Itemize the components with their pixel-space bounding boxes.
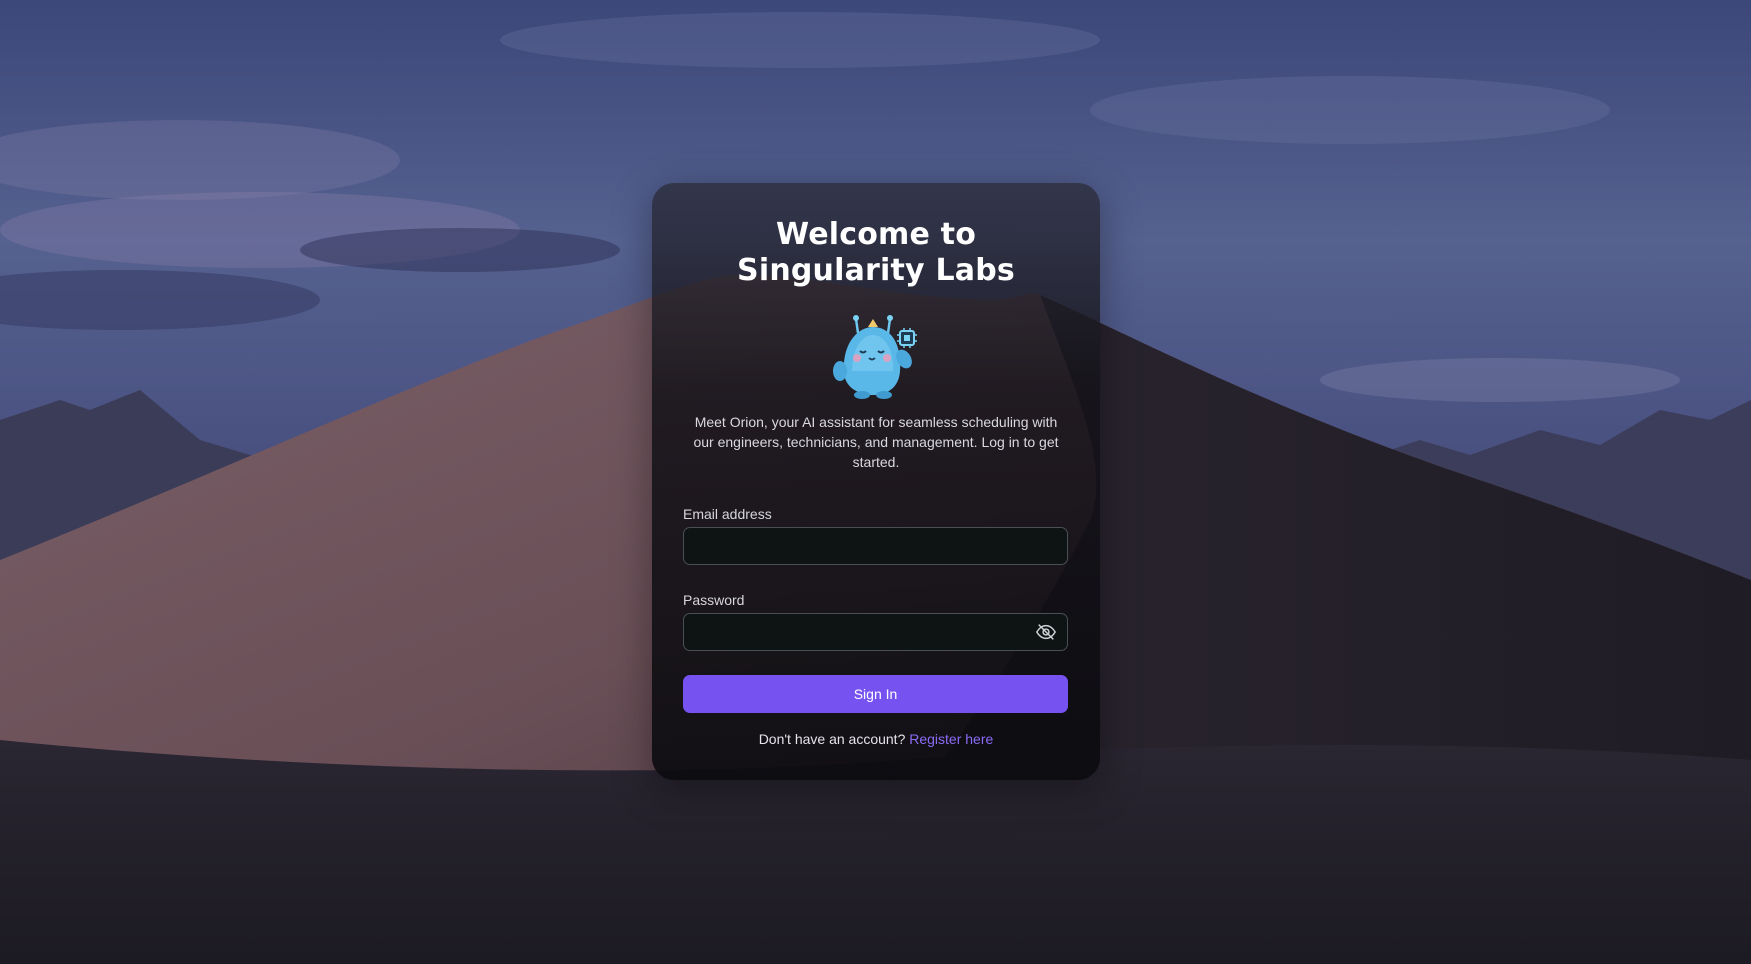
page-title: Welcome to Singularity Labs bbox=[737, 217, 1015, 288]
login-card: Welcome to Singularity Labs Meet Orion, … bbox=[652, 183, 1100, 780]
sign-in-button[interactable]: Sign In bbox=[683, 675, 1068, 713]
register-link[interactable]: Register here bbox=[909, 731, 993, 747]
email-label: Email address bbox=[683, 506, 772, 522]
password-label: Password bbox=[683, 592, 745, 608]
register-prompt-text: Don't have an account? bbox=[758, 731, 906, 747]
intro-description: Meet Orion, your AI assistant for seamle… bbox=[693, 414, 1059, 470]
register-prompt-row: Don't have an account? Register here bbox=[652, 730, 1100, 748]
eye-off-icon[interactable] bbox=[1035, 621, 1057, 643]
password-field[interactable] bbox=[683, 613, 1068, 651]
email-field[interactable] bbox=[683, 527, 1068, 565]
robot-mascot-icon bbox=[833, 315, 917, 399]
